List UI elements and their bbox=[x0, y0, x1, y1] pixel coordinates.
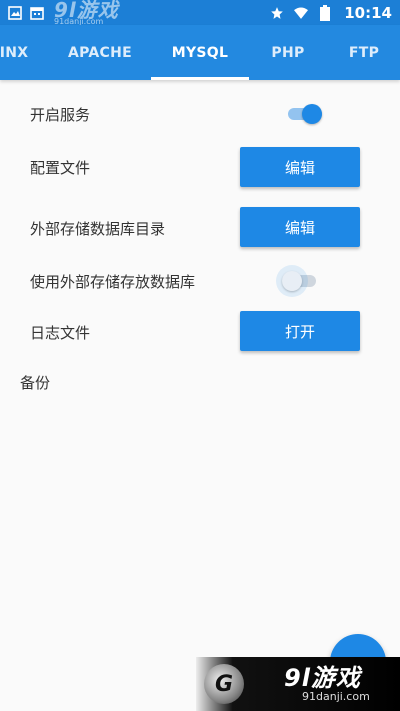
config-file-edit-button[interactable]: 编辑 bbox=[240, 147, 360, 187]
watermark-logo-icon: G bbox=[204, 664, 244, 704]
external-db-dir-label: 外部存储数据库目录 bbox=[30, 220, 166, 238]
status-bar: 9l游戏 91danji.com 10:14 bbox=[0, 0, 400, 25]
tab-ftp[interactable]: FTP bbox=[336, 25, 392, 80]
tab-apache[interactable]: APACHE bbox=[52, 25, 148, 80]
config-file-label: 配置文件 bbox=[30, 159, 91, 177]
battery-icon bbox=[318, 4, 332, 21]
external-db-dir-edit-button[interactable]: 编辑 bbox=[240, 207, 360, 247]
image-icon bbox=[8, 5, 22, 20]
tab-php[interactable]: PHP bbox=[252, 25, 324, 80]
tab-bar: INX APACHE MYSQL PHP FTP bbox=[0, 25, 400, 80]
screen: 9l游戏 91danji.com 10:14 INX APACHE MYSQL … bbox=[0, 0, 400, 711]
start-service-label: 开启服务 bbox=[30, 106, 91, 124]
start-service-switch[interactable] bbox=[288, 103, 322, 125]
tab-indicator bbox=[151, 77, 249, 80]
status-time: 10:14 bbox=[344, 3, 392, 22]
status-left: 9l游戏 91danji.com bbox=[8, 0, 119, 26]
calendar-icon bbox=[30, 6, 44, 20]
tab-mysql[interactable]: MYSQL bbox=[151, 25, 249, 80]
watermark-bottom-text: 9l游戏 91danji.com bbox=[284, 663, 370, 703]
switch-thumb bbox=[282, 271, 302, 291]
watermark-bottom: G 9l游戏 91danji.com bbox=[196, 657, 400, 711]
use-external-storage-switch[interactable] bbox=[282, 270, 316, 292]
status-right: 10:14 bbox=[270, 4, 392, 22]
log-file-open-button[interactable]: 打开 bbox=[240, 311, 360, 351]
watermark-bottom-url: 91danji.com bbox=[302, 689, 370, 703]
star-icon bbox=[270, 6, 284, 20]
watermark-top: 9l游戏 91danji.com bbox=[54, 0, 119, 26]
backup-section-title: 备份 bbox=[20, 374, 51, 392]
log-file-label: 日志文件 bbox=[30, 324, 91, 342]
watermark-bottom-title: 9l游戏 bbox=[284, 663, 361, 692]
tab-inx[interactable]: INX bbox=[0, 25, 34, 80]
use-external-storage-label: 使用外部存储存放数据库 bbox=[30, 273, 196, 291]
wifi-icon bbox=[294, 6, 309, 20]
switch-thumb bbox=[302, 104, 322, 124]
